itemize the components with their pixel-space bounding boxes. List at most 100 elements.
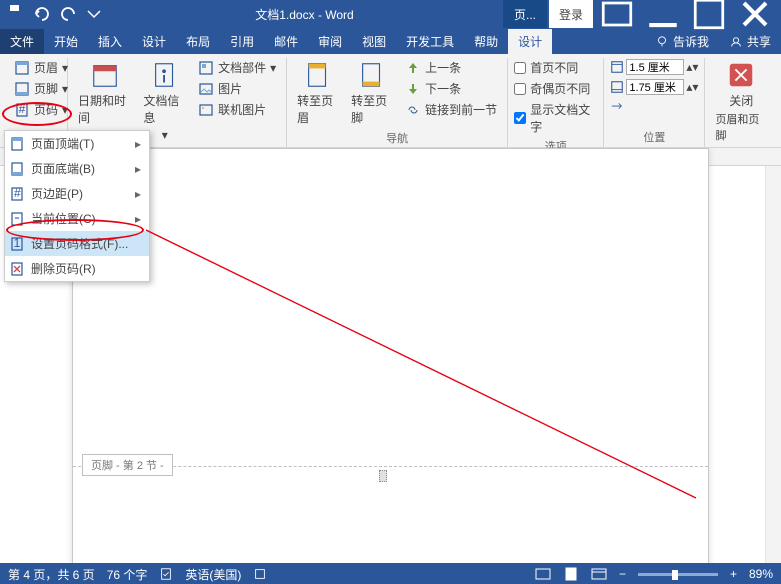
- footer-distance-input[interactable]: [626, 79, 684, 95]
- online-pictures-button[interactable]: 联机图片: [194, 100, 280, 119]
- page-surface[interactable]: [72, 148, 709, 563]
- title-bar: 文档1.docx - Word 页... 登录: [0, 0, 781, 28]
- share-button[interactable]: 共享: [719, 29, 781, 54]
- footer-distance-row: ▴▾: [610, 78, 698, 96]
- share-label: 共享: [747, 33, 771, 50]
- tab-home[interactable]: 开始: [44, 29, 88, 54]
- close-button[interactable]: [733, 0, 777, 28]
- ribbon-options-icon: [595, 0, 639, 36]
- maximize-button[interactable]: [687, 0, 731, 28]
- floppy-icon: [4, 2, 28, 26]
- remove-numbers-icon: [9, 261, 25, 277]
- next-label: 下一条: [425, 80, 461, 97]
- header-distance-input[interactable]: [626, 59, 684, 75]
- qat-customize[interactable]: [82, 2, 106, 26]
- zoom-in-button[interactable]: +: [730, 567, 737, 581]
- goto-header-button[interactable]: 转至页眉: [293, 58, 343, 128]
- close-hf-label2: 页眉和页脚: [715, 111, 767, 143]
- tab-header-footer-design[interactable]: 设计: [508, 29, 552, 54]
- show-doc-text-checkbox[interactable]: 显示文档文字: [514, 100, 597, 136]
- redo-button[interactable]: [56, 2, 80, 26]
- previous-section-button[interactable]: 上一条: [401, 58, 501, 77]
- group-label-nav: 导航: [293, 128, 501, 146]
- pictures-icon: [198, 81, 214, 97]
- lightbulb-icon: [655, 35, 669, 49]
- zoom-out-button[interactable]: −: [619, 567, 626, 581]
- view-web-layout[interactable]: [591, 567, 607, 581]
- pictures-button[interactable]: 图片: [194, 79, 280, 98]
- save-button[interactable]: [4, 2, 28, 26]
- footer-button[interactable]: 页脚▾: [10, 79, 72, 98]
- tab-view[interactable]: 视图: [352, 29, 396, 54]
- different-odd-even-checkbox[interactable]: 奇偶页不同: [514, 79, 597, 98]
- doc-info-label: 文档信息: [143, 92, 186, 126]
- show-doc-text-input[interactable]: [514, 112, 526, 124]
- menu-top-of-page[interactable]: 页面顶端(T)▸: [5, 131, 149, 156]
- word-count[interactable]: 76 个字: [107, 566, 148, 583]
- menu-remove-page-numbers[interactable]: 删除页码(R): [5, 256, 149, 281]
- undo-button[interactable]: [30, 2, 54, 26]
- login-button[interactable]: 登录: [549, 0, 593, 28]
- proofing-button[interactable]: [159, 567, 173, 581]
- next-section-button[interactable]: 下一条: [401, 79, 501, 98]
- spinner-icon[interactable]: ▴▾: [686, 60, 698, 74]
- menu-remove-label: 删除页码(R): [31, 260, 96, 277]
- close-header-footer-button[interactable]: 关闭页眉和页脚: [711, 58, 771, 145]
- footer-icon: [14, 81, 30, 97]
- minimize-button[interactable]: [641, 0, 685, 28]
- tab-layout[interactable]: 布局: [176, 29, 220, 54]
- chevron-down-icon: ▾: [270, 61, 276, 75]
- calendar-icon: [90, 60, 120, 90]
- zoom-slider-thumb[interactable]: [672, 570, 678, 580]
- goto-footer-label: 转至页脚: [351, 92, 393, 126]
- spinner-icon[interactable]: ▴▾: [686, 80, 698, 94]
- quick-parts-button[interactable]: 文档部件▾: [194, 58, 280, 77]
- group-options: 首页不同 奇偶页不同 显示文档文字 选项: [508, 58, 604, 147]
- different-first-page-checkbox[interactable]: 首页不同: [514, 58, 597, 77]
- tab-design[interactable]: 设计: [132, 29, 176, 54]
- different-first-page-input[interactable]: [514, 62, 526, 74]
- view-read-mode[interactable]: [535, 567, 551, 581]
- group-close: 关闭页眉和页脚 关闭: [705, 58, 777, 147]
- language-indicator[interactable]: 英语(美国): [185, 566, 241, 583]
- tab-mailings[interactable]: 邮件: [264, 29, 308, 54]
- header-footer-context-tag[interactable]: 页...: [503, 0, 547, 28]
- tab-help[interactable]: 帮助: [464, 29, 508, 54]
- macro-recording-button[interactable]: [253, 567, 267, 581]
- page-number-button[interactable]: #页码▾: [10, 100, 72, 119]
- group-navigation: 转至页眉 转至页脚 上一条 下一条 链接到前一节 导航: [287, 58, 508, 147]
- menu-format-page-numbers[interactable]: 1设置页码格式(F)...: [5, 231, 149, 256]
- zoom-percentage[interactable]: 89%: [749, 567, 773, 581]
- group-label-position: 位置: [610, 127, 698, 145]
- link-previous-button[interactable]: 链接到前一节: [401, 100, 501, 119]
- tell-me[interactable]: 告诉我: [645, 29, 719, 54]
- page-number-icon: #: [14, 102, 30, 118]
- menu-page-margins[interactable]: #页边距(P)▸: [5, 181, 149, 206]
- print-layout-icon: [563, 567, 579, 581]
- menu-current-position[interactable]: 当前位置(C)▸: [5, 206, 149, 231]
- tab-review[interactable]: 审阅: [308, 29, 352, 54]
- footer-distance-icon: [610, 80, 624, 94]
- redo-icon: [56, 2, 80, 26]
- page-indicator[interactable]: 第 4 页，共 6 页: [8, 566, 95, 583]
- vertical-scrollbar[interactable]: [765, 166, 781, 563]
- ribbon-display-options[interactable]: [595, 0, 639, 28]
- chevron-right-icon: ▸: [135, 162, 141, 176]
- menu-bottom-of-page[interactable]: 页面底端(B)▸: [5, 156, 149, 181]
- menu-current-label: 当前位置(C): [31, 210, 96, 227]
- goto-footer-button[interactable]: 转至页脚: [347, 58, 397, 128]
- page-number-field-placeholder[interactable]: [379, 470, 387, 482]
- tab-developer[interactable]: 开发工具: [396, 29, 464, 54]
- header-button[interactable]: 页眉▾: [10, 58, 72, 77]
- tab-file[interactable]: 文件: [0, 29, 44, 54]
- date-time-label: 日期和时间: [78, 92, 131, 126]
- doc-info-icon: [150, 60, 180, 90]
- tab-references[interactable]: 引用: [220, 29, 264, 54]
- read-mode-icon: [535, 567, 551, 581]
- menu-format-label: 设置页码格式(F)...: [31, 235, 128, 252]
- zoom-slider[interactable]: [638, 573, 718, 576]
- insert-align-tab-button[interactable]: [610, 98, 698, 114]
- different-odd-even-input[interactable]: [514, 83, 526, 95]
- view-print-layout[interactable]: [563, 567, 579, 581]
- tab-insert[interactable]: 插入: [88, 29, 132, 54]
